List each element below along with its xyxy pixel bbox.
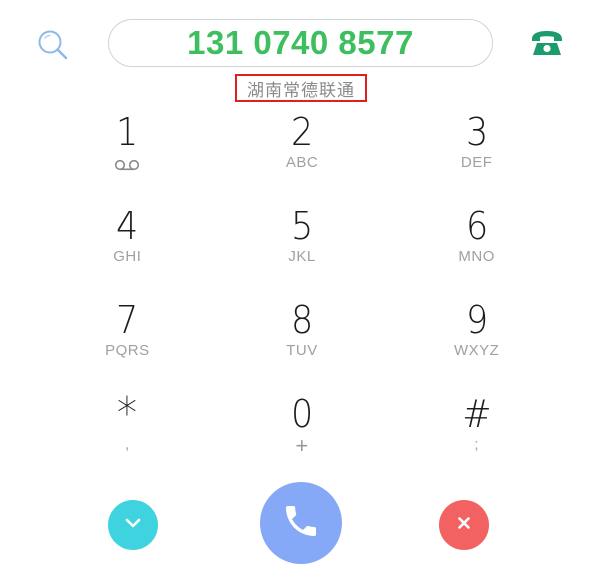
location-text: 湖南常德联通 (247, 80, 355, 101)
key-1[interactable]: 1 (40, 106, 215, 200)
key-letters: ABC (285, 154, 319, 171)
key-letters: PQRS (105, 342, 150, 359)
dial-keypad: 1 2 ABC 3 DEF 4 GHI 5 JKL 6 MNO 7 PQRS 8… (40, 106, 564, 482)
search-icon (36, 28, 70, 67)
contacts-button[interactable] (528, 28, 566, 62)
key-letters: MNO (458, 248, 495, 265)
keypad-row: * , 0 + # ; (40, 388, 564, 482)
key-digit: 6 (465, 204, 488, 248)
key-letters: + (295, 433, 309, 458)
chevron-down-icon (124, 516, 142, 534)
keypad-row: 1 2 ABC 3 DEF (40, 106, 564, 200)
key-8[interactable]: 8 TUV (215, 294, 390, 388)
key-letters: DEF (460, 154, 493, 171)
key-digit: * (117, 388, 138, 439)
phone-icon (529, 28, 565, 63)
key-5[interactable]: 5 JKL (215, 200, 390, 294)
key-digit: 3 (465, 110, 488, 154)
key-digit: 5 (290, 204, 314, 248)
key-letters: GHI (113, 248, 142, 265)
key-letters: ; (474, 436, 480, 453)
number-location-label: 湖南常德联通 (235, 74, 367, 102)
key-7[interactable]: 7 PQRS (40, 294, 215, 388)
search-button[interactable] (32, 26, 74, 68)
key-9[interactable]: 9 WXYZ (389, 294, 564, 388)
key-digit: 9 (465, 298, 488, 342)
phone-number-field[interactable]: 131 0740 8577 (108, 19, 493, 67)
key-hash[interactable]: # ; (389, 388, 564, 482)
key-letters: TUV (286, 342, 318, 359)
key-letters: WXYZ (454, 342, 500, 359)
key-digit: 1 (116, 110, 139, 154)
key-digit: 7 (116, 298, 139, 342)
collapse-keypad-button[interactable] (108, 500, 158, 550)
key-digit: # (462, 392, 492, 436)
key-digit: 4 (116, 204, 139, 248)
key-0[interactable]: 0 + (215, 388, 390, 482)
close-icon (456, 515, 472, 536)
phone-number-text: 131 0740 8577 (187, 24, 414, 61)
key-3[interactable]: 3 DEF (389, 106, 564, 200)
keypad-row: 7 PQRS 8 TUV 9 WXYZ (40, 294, 564, 388)
delete-button[interactable] (439, 500, 489, 550)
key-letters: JKL (288, 248, 316, 265)
key-digit: 2 (290, 110, 314, 154)
call-icon (281, 501, 321, 546)
key-4[interactable]: 4 GHI (40, 200, 215, 294)
key-digit: 0 (290, 392, 314, 436)
call-button[interactable] (260, 482, 342, 564)
key-digit: 8 (290, 298, 314, 342)
keypad-row: 4 GHI 5 JKL 6 MNO (40, 200, 564, 294)
key-star[interactable]: * , (40, 388, 215, 482)
key-2[interactable]: 2 ABC (215, 106, 390, 200)
key-6[interactable]: 6 MNO (389, 200, 564, 294)
voicemail-icon (114, 156, 140, 174)
